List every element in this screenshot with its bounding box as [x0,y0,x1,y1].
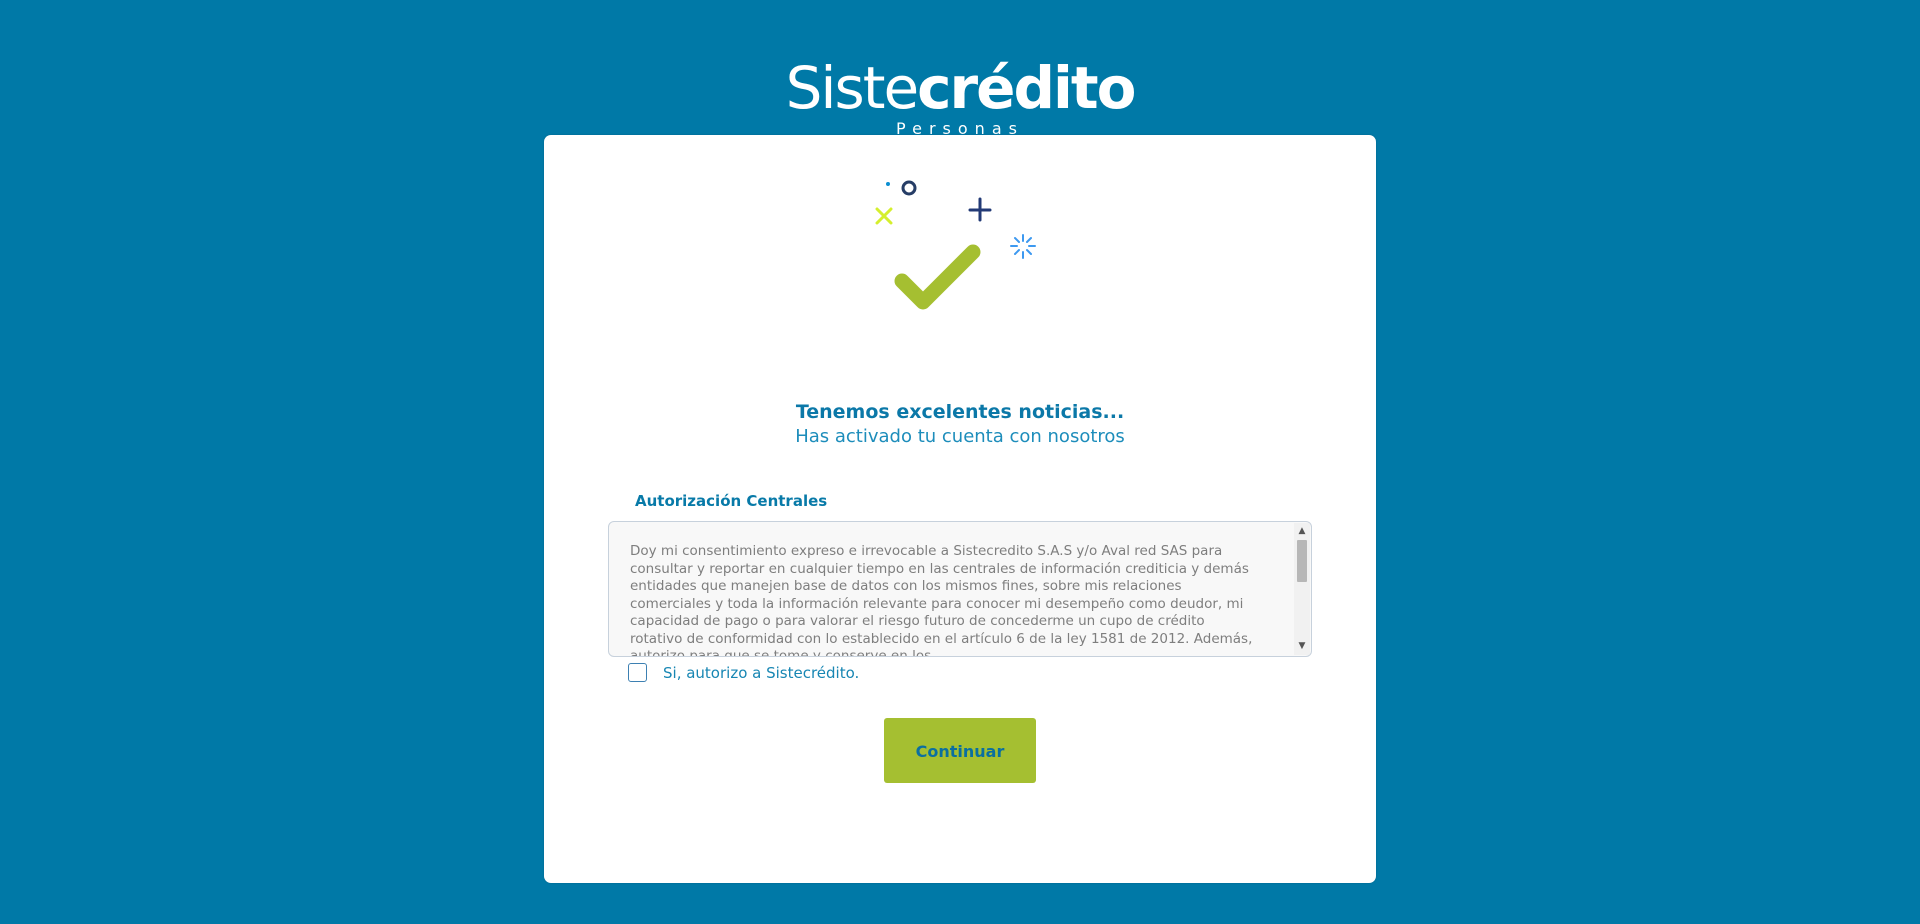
plus-decoration [968,197,992,222]
authorization-checkbox-label[interactable]: Si, autorizo a Sistecrédito. [663,664,859,682]
blue-dot-decoration [886,182,890,186]
ring-decoration [901,180,917,196]
success-title: Tenemos excelentes noticias... [795,401,1125,423]
success-check-icon [875,180,1036,310]
scroll-down-arrow-icon[interactable]: ▼ [1294,639,1310,653]
brand-logo-bold-text: crédito [917,54,1136,122]
continue-button[interactable]: Continuar [884,718,1036,783]
success-subtitle: Has activado tu cuenta con nosotros [795,426,1125,447]
authorization-checkbox[interactable] [628,663,647,682]
scroll-thumb[interactable] [1297,540,1307,582]
account-activated-card: Tenemos excelentes noticias... Has activ… [544,135,1376,883]
brand-logo: Sistecrédito Personas [0,56,1920,138]
authorization-text-box[interactable]: Doy mi consentimiento expreso e irrevoca… [608,521,1312,657]
scroll-up-arrow-icon[interactable]: ▲ [1294,524,1310,538]
authorization-text: Doy mi consentimiento expreso e irrevoca… [630,543,1253,657]
brand-logo-light-text: Siste [785,54,920,122]
brand-logo-wordmark: Sistecrédito [0,56,1920,120]
green-checkmark [894,244,981,310]
yellow-spark-decoration [875,207,893,225]
authorization-scrollbar[interactable]: ▲ ▼ [1294,523,1310,655]
authorization-title: Autorización Centrales [635,492,828,510]
blue-burst-decoration [1010,234,1036,259]
